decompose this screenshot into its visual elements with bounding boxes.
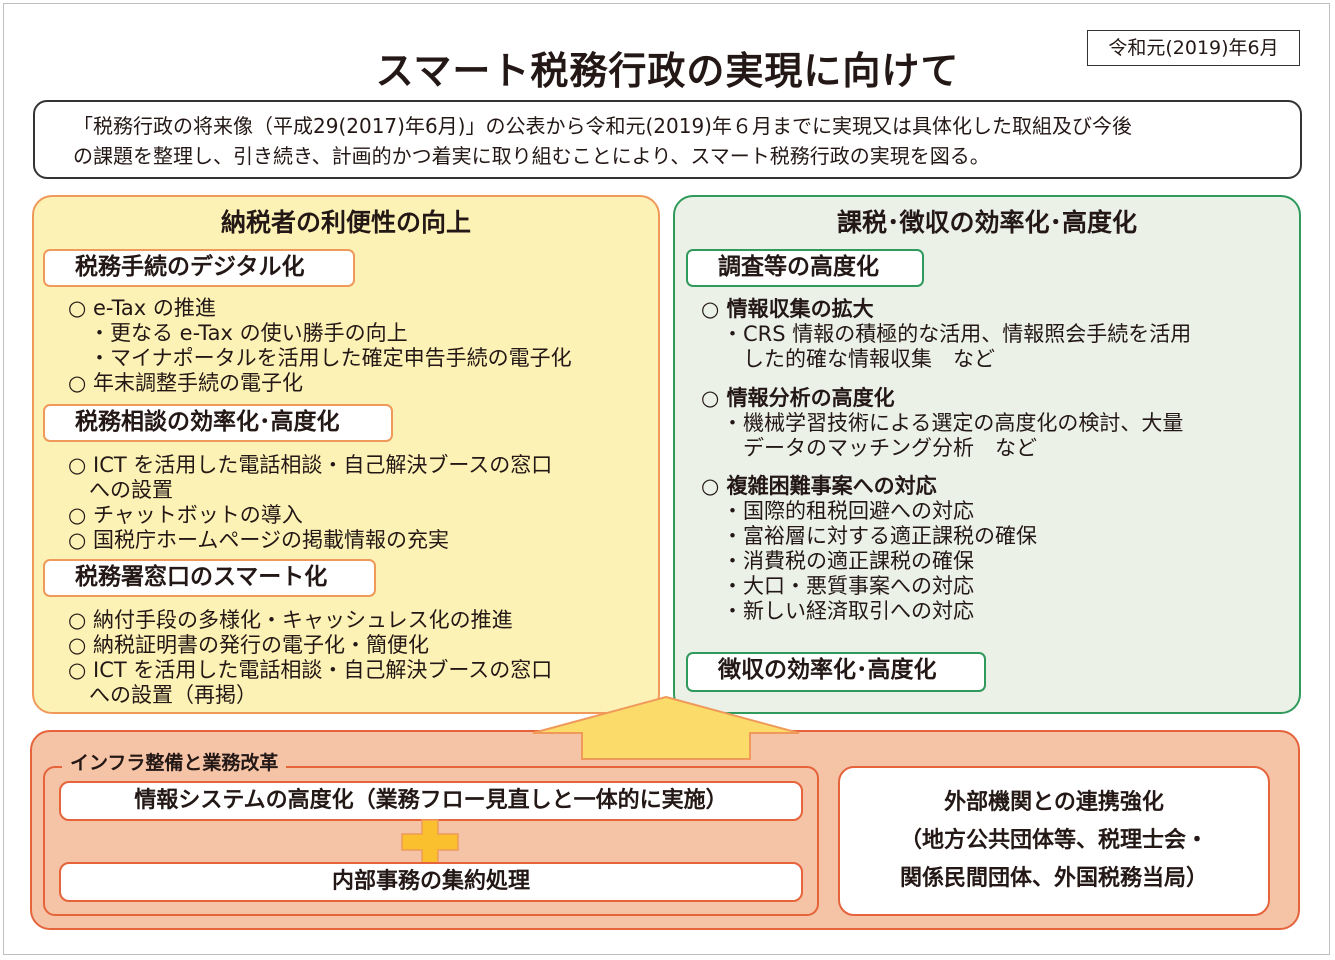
convenience-panel: 納税者の利便性の向上 税務手続のデジタル化 ○ e-Tax の推進 ・更なる e… xyxy=(32,195,660,714)
list-item: ○ 納税証明書の発行の電子化・簡便化 xyxy=(68,633,429,657)
date-badge: 令和元(2019)年6月 xyxy=(1087,30,1300,66)
list-item: ・富裕層に対する適正課税の確保 xyxy=(701,524,1037,548)
list-item: ・機械学習技術による選定の高度化の検討、大量 xyxy=(701,411,1184,435)
consultation-tag: 税務相談の効率化･高度化 xyxy=(43,404,393,442)
counter-tag: 税務署窓口のスマート化 xyxy=(43,559,376,597)
external-cooperation-box: 外部機関との連携強化 （地方公共団体等、税理士会・ 関係民間団体、外国税務当局） xyxy=(838,766,1270,916)
convenience-heading: 納税者の利便性の向上 xyxy=(220,208,471,237)
list-item: ○ ICT を活用した電話相談・自己解決ブースの窓口 xyxy=(68,658,553,682)
list-item: ・更なる e-Tax の使い勝手の向上 xyxy=(68,321,408,345)
list-item: ○ 納付手段の多様化・キャッシュレス化の推進 xyxy=(68,608,513,632)
list-item: ・消費税の適正課税の確保 xyxy=(701,549,974,573)
list-item: ○ 年末調整手続の電子化 xyxy=(68,371,303,395)
list-item: ○ ICT を活用した電話相談・自己解決ブースの窓口 xyxy=(68,453,553,477)
efficiency-heading: 課税･徴収の効率化･高度化 xyxy=(836,208,1137,237)
list-item: ○ 国税庁ホームページの掲載情報の充実 xyxy=(68,528,449,552)
list-item: への設置 xyxy=(68,478,173,502)
list-item: ・大口・悪質事案への対応 xyxy=(701,574,974,598)
list-item: ○ チャットボットの導入 xyxy=(68,503,303,527)
list-item: データのマッチング分析 など xyxy=(701,436,1037,460)
efficiency-panel: 課税･徴収の効率化･高度化 調査等の高度化 ○ 情報収集の拡大 ・CRS 情報の… xyxy=(673,195,1301,714)
list-item: への設置（再掲） xyxy=(68,683,257,707)
external-line-3: 関係民間団体、外国税務当局） xyxy=(899,866,1208,891)
list-item: した的確な情報収集 など xyxy=(701,347,995,371)
internal-processing-box: 内部事務の集約処理 xyxy=(59,862,803,902)
investigation-tag: 調査等の高度化 xyxy=(686,249,924,287)
list-item: ・新しい経済取引への対応 xyxy=(701,599,974,623)
collection-tag: 徴収の効率化･高度化 xyxy=(686,652,986,692)
system-upgrade-box: 情報システムの高度化（業務フロー見直しと一体的に実施） xyxy=(59,781,803,821)
up-arrow-icon xyxy=(532,696,800,760)
intro-box: 「税務行政の将来像（平成29(2017)年6月)」の公表から令和元(2019)年… xyxy=(33,100,1302,179)
external-line-1: 外部機関との連携強化 xyxy=(944,790,1164,815)
item-heading: ○ 情報分析の高度化 xyxy=(701,386,895,410)
external-line-2: （地方公共団体等、税理士会・ xyxy=(899,828,1208,853)
item-heading: ○ 情報収集の拡大 xyxy=(701,297,874,321)
list-item: ・国際的租税回避への対応 xyxy=(701,499,974,523)
list-item: ・CRS 情報の積極的な活用、情報照会手続を活用 xyxy=(701,322,1192,346)
digitalization-tag: 税務手続のデジタル化 xyxy=(43,249,355,287)
list-item: ・マイナポータルを活用した確定申告手続の電子化 xyxy=(68,346,572,370)
intro-line-1: 「税務行政の将来像（平成29(2017)年6月)」の公表から令和元(2019)年… xyxy=(73,114,1132,138)
list-item: ○ e-Tax の推進 xyxy=(68,296,216,320)
plus-icon xyxy=(401,819,459,865)
intro-line-2: の課題を整理し、引き続き、計画的かつ着実に取り組むことにより、スマート税務行政の… xyxy=(73,144,990,168)
item-heading: ○ 複雑困難事案への対応 xyxy=(701,474,937,498)
infrastructure-label: インフラ整備と業務改革 xyxy=(62,749,287,777)
